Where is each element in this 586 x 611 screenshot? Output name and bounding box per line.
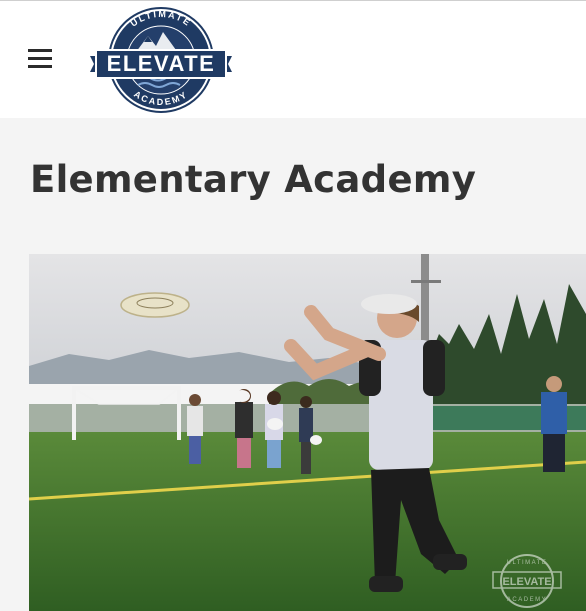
elevate-academy-logo[interactable]: ELEVATE ULTIMATE ACADEMY: [88, 6, 234, 114]
watermark-top-arc: ULTIMATE: [507, 560, 548, 566]
hamburger-menu-icon[interactable]: [28, 49, 52, 69]
site-header: ELEVATE ULTIMATE ACADEMY: [0, 0, 586, 118]
hero-photo: ELEVATE ULTIMATE ACADEMY: [29, 254, 586, 611]
flying-disc: [120, 292, 190, 318]
watermark-bottom-arc: ACADEMY: [507, 597, 547, 603]
menu-bar-top: [28, 49, 52, 52]
watermark-wordmark: ELEVATE: [502, 576, 551, 588]
page-title: Elementary Academy: [30, 158, 477, 201]
logo-wordmark: ELEVATE: [107, 51, 216, 76]
menu-bar-bottom: [28, 65, 52, 68]
menu-bar-middle: [28, 57, 52, 60]
